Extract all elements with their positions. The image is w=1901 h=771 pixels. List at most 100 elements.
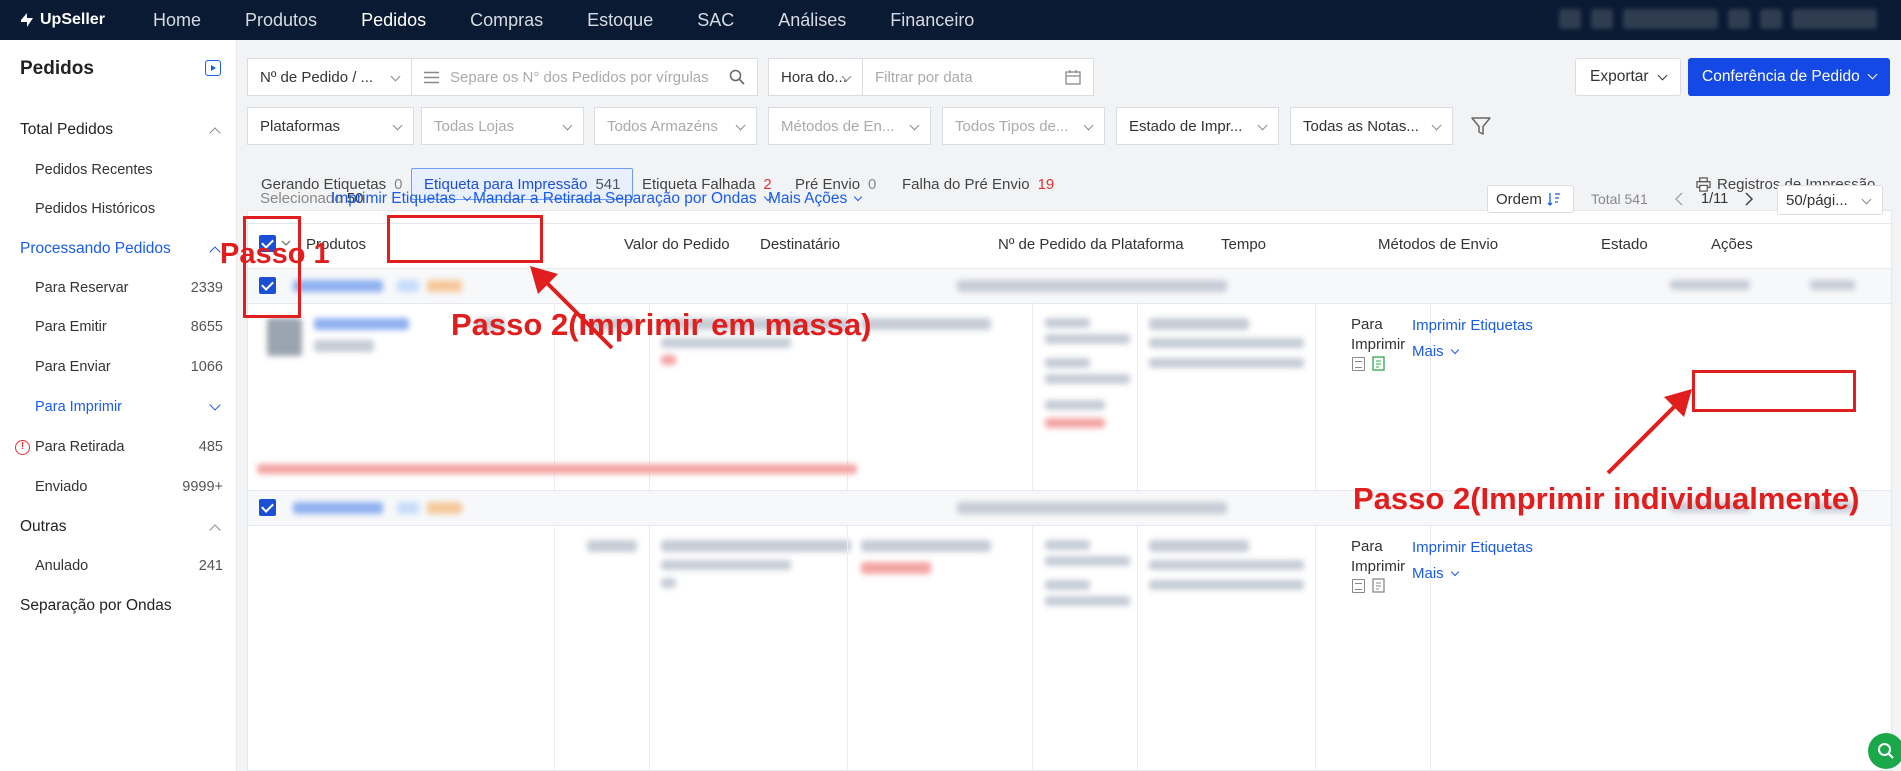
blurred-badge [397,280,419,292]
blurred-shipping-method [1149,318,1249,330]
blurred-store-info [957,280,1227,292]
send-to-pickup-label: Mandar a Retirada [473,190,602,207]
chevron-down-icon [1450,345,1460,355]
order-checkbox[interactable] [259,499,276,516]
nav-analises[interactable]: Análises [778,10,846,31]
top-navigation-bar: UpSeller Home Produtos Pedidos Compras E… [0,0,1901,40]
blurred-tags [427,502,462,514]
sidebar-item-historicos[interactable]: Pedidos Históricos [0,191,237,227]
more-link[interactable]: Mais [1412,565,1460,582]
blurred-time-label [1045,580,1090,590]
nav-financeiro[interactable]: Financeiro [890,10,974,31]
blurred-tracking [1149,560,1304,570]
sidebar-item-imprimir[interactable]: Para Imprimir [0,389,237,425]
sidebar-item-label: Para Emitir [35,319,107,335]
divider [1137,303,1138,501]
blurred-flag [661,578,676,588]
blurred-status-tag [861,562,931,574]
blurred-tool-icon[interactable] [1559,9,1581,29]
floating-search-button[interactable] [1868,733,1901,769]
page-indicator: 1/11 [1701,191,1729,207]
more-actions-label: Mais Ações [768,190,848,207]
next-page-icon[interactable] [1744,192,1754,206]
sidebar-group-label: Separação por Ondas [20,597,172,614]
sidebar-item-emitir[interactable]: Para Emitir 8655 [0,309,237,345]
print-labels-link[interactable]: Imprimir Etiquetas [1412,539,1533,556]
sidebar-group-total[interactable]: Total Pedidos [0,112,237,148]
previous-page-icon[interactable] [1674,192,1684,206]
nav-estoque[interactable]: Estoque [587,10,653,31]
nav-pedidos[interactable]: Pedidos [361,10,426,31]
sidebar-item-label: Para Imprimir [35,399,123,415]
document-icon [1372,356,1385,371]
blurred-time-value [1045,596,1130,606]
divider [847,525,848,771]
barcode-icon [1352,579,1365,593]
print-labels-link[interactable]: Imprimir Etiquetas [1412,317,1533,334]
sort-icon [1547,193,1560,206]
sidebar-item-reservar[interactable]: Para Reservar 2339 [0,270,237,306]
blurred-time-label [1045,540,1090,550]
brand-logo[interactable]: UpSeller [18,11,153,29]
blurred-account[interactable] [1792,9,1877,29]
column-header-numero-plataforma: Nº de Pedido da Plataforma [998,236,1184,253]
blurred-order-value [587,540,637,552]
blurred-order-id[interactable] [293,502,383,514]
divider [1032,525,1033,771]
sidebar-item-label: Anulado [35,558,89,574]
sidebar-item-retirada[interactable]: ! Para Retirada 485 [0,429,237,465]
sidebar-item-count: 485 [198,439,223,455]
wave-picking-label: Separação por Ondas [605,190,757,207]
upseller-logo-icon [21,13,33,27]
blurred-order-id[interactable] [293,280,383,292]
column-header-tempo: Tempo [1221,236,1267,253]
sidebar-item-recentes[interactable]: Pedidos Recentes [0,152,237,188]
sidebar-item-count: 2339 [190,280,223,296]
annotation-arrow-bulk [530,266,614,350]
annotation-step2-bulk-label: Passo 2(Imprimir em massa) [451,307,872,342]
send-to-pickup-button[interactable]: Mandar a Retirada [473,190,601,208]
sidebar-item-count: 1066 [190,359,223,375]
blurred-product-sku[interactable] [314,318,409,330]
divider [649,525,650,771]
blurred-date [1670,280,1750,290]
per-page-select[interactable]: 50/pági... [1777,185,1883,215]
blurred-tool-button[interactable] [1623,9,1718,29]
nav-home[interactable]: Home [153,10,201,31]
nav-sac[interactable]: SAC [697,10,734,31]
more-actions-button[interactable]: Mais Ações [768,190,863,208]
sidebar-item-anulado[interactable]: Anulado 241 [0,548,237,584]
blurred-deadline [1045,418,1105,428]
blurred-tool-icon[interactable] [1591,9,1613,29]
sidebar-item-count: 9999+ [182,479,223,495]
print-labels-bulk-button[interactable]: Imprimir Etiquetas [331,190,472,208]
sidebar-item-label: Para Reservar [35,280,129,296]
collapse-sidebar-icon[interactable] [205,60,221,76]
blurred-time-label [1045,358,1090,368]
sort-order-button[interactable]: Ordem [1487,185,1574,213]
sidebar-item-count: 8655 [190,319,223,335]
sidebar-group-processando[interactable]: Processando Pedidos [0,231,237,267]
blurred-recipient-name [661,540,851,552]
order-state-line: Para [1351,316,1383,333]
more-link[interactable]: Mais [1412,343,1460,360]
column-header-destinatario: Destinatário [760,236,841,253]
product-thumbnail[interactable] [267,318,302,356]
sidebar-item-enviar[interactable]: Para Enviar 1066 [0,349,237,385]
wave-picking-button[interactable]: Separação por Ondas [605,190,772,208]
main-nav: Home Produtos Pedidos Compras Estoque SA… [153,0,1018,40]
sidebar-item-enviado[interactable]: Enviado 9999+ [0,469,237,505]
chevron-up-icon [209,524,221,536]
nav-compras[interactable]: Compras [470,10,543,31]
blurred-tool-icon[interactable] [1728,9,1750,29]
blurred-tool-icon[interactable] [1760,9,1782,29]
nav-produtos[interactable]: Produtos [245,10,317,31]
blurred-platform-order-id [861,318,991,330]
chevron-down-icon [1450,567,1460,577]
blurred-shipping-method [1149,540,1249,552]
sidebar-item-label: Para Enviar [35,359,111,375]
sidebar-group-label: Total Pedidos [20,121,114,138]
chevron-up-icon [209,127,221,139]
sidebar-item-separacao[interactable]: Separação por Ondas [0,588,237,624]
sidebar-group-outras[interactable]: Outras [0,509,237,545]
